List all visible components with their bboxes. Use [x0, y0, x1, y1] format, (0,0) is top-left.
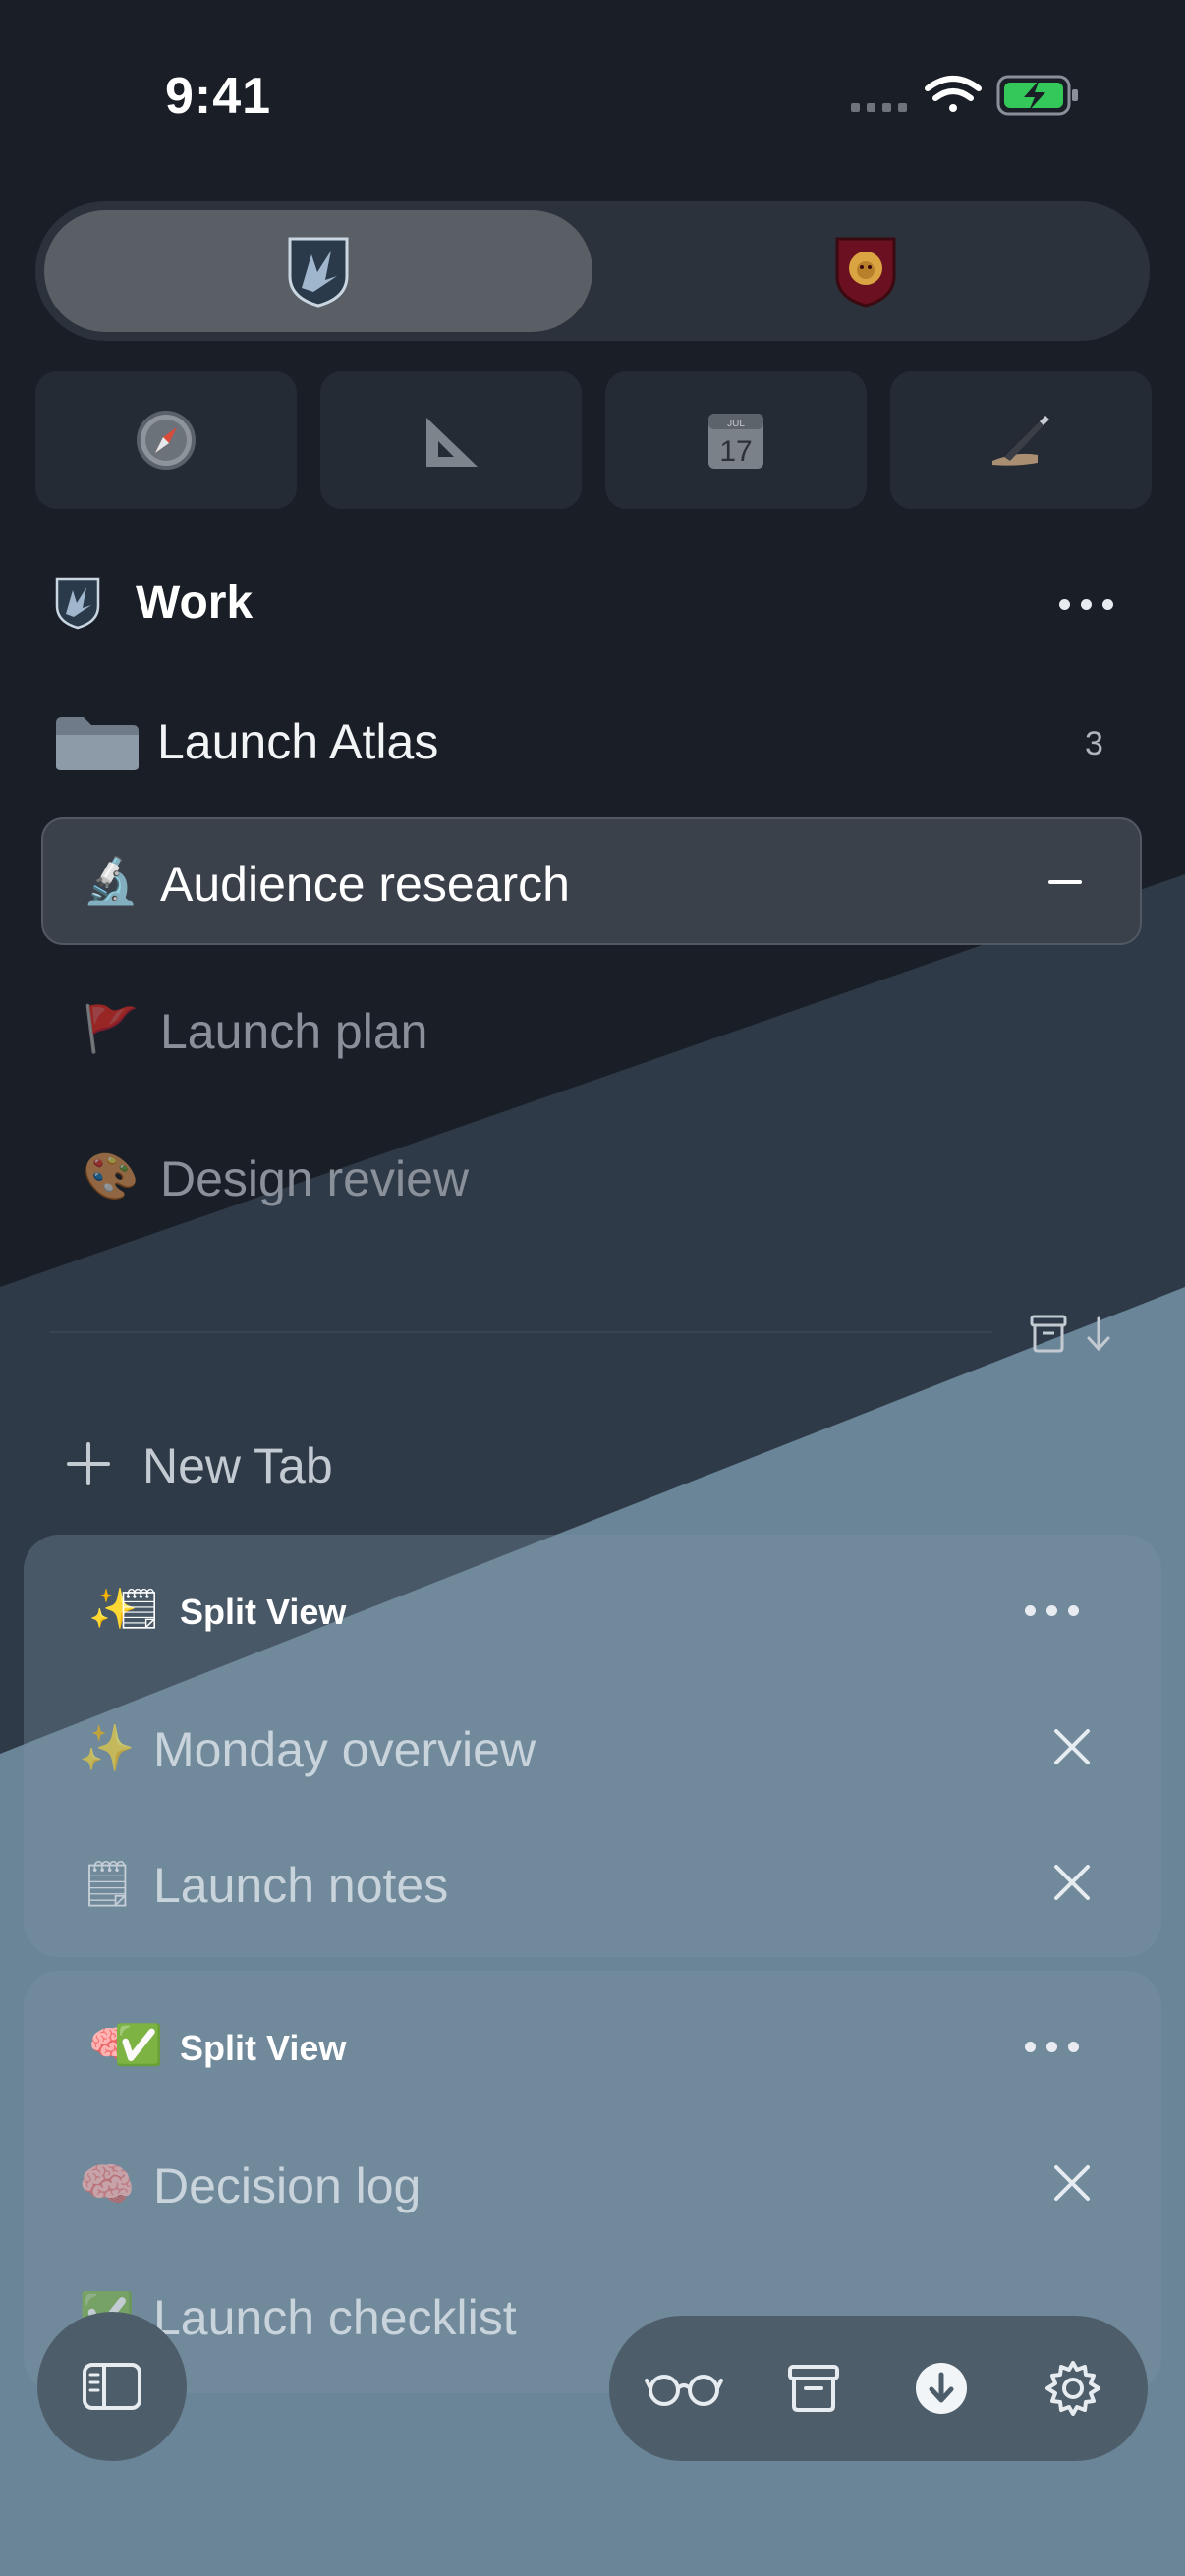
split-view-more-button[interactable] [1025, 1605, 1079, 1616]
split-view-more-button[interactable] [1025, 2042, 1079, 2052]
bird-shield-icon [288, 237, 349, 308]
triangle-ruler-icon [426, 418, 478, 467]
split-view-title: Split View [180, 2028, 347, 2068]
section-divider [49, 1331, 992, 1333]
tab-label: Design review [160, 1151, 470, 1206]
settings-button[interactable] [1034, 2349, 1112, 2428]
archive-icon [788, 2365, 839, 2412]
tab-emoji: 🎨 [83, 1149, 140, 1203]
calendar-month: JUL [727, 419, 745, 429]
close-tab-minus-icon[interactable] [1048, 880, 1082, 884]
new-tab-button[interactable]: New Tab [142, 1437, 333, 1494]
tab-emoji: 🚩 [83, 1002, 140, 1055]
tab-label: Audience research [160, 857, 570, 912]
plus-icon[interactable] [65, 1440, 112, 1487]
split-view-emoji: ✅ [114, 2023, 163, 2068]
archive-icon [1030, 1315, 1067, 1353]
downloads-button[interactable] [902, 2349, 981, 2428]
folder-count: 3 [1085, 725, 1103, 762]
close-icon[interactable] [1052, 1727, 1092, 1766]
archive-button[interactable] [774, 2349, 853, 2428]
split-item-label: Launch checklist [153, 2290, 517, 2345]
folder-label[interactable]: Launch Atlas [157, 713, 438, 770]
compass-icon [137, 411, 196, 470]
glasses-icon [645, 2375, 723, 2406]
bottom-toolbar [609, 2316, 1148, 2461]
tile-compass[interactable] [35, 371, 297, 509]
tab-emoji: 🔬 [83, 854, 140, 907]
close-icon[interactable] [1052, 1863, 1092, 1902]
lion-shield-icon [835, 237, 896, 308]
tile-ruler[interactable] [320, 371, 582, 509]
battery-charging-icon [996, 75, 1078, 116]
sidebar-icon [83, 2363, 141, 2410]
arrow-down-icon [1087, 1316, 1110, 1352]
wifi-icon [925, 76, 982, 112]
split-view-title: Split View [180, 1592, 347, 1632]
status-time: 9:41 [165, 68, 272, 125]
tile-writing[interactable] [890, 371, 1152, 509]
split-item-label: Launch notes [153, 1858, 449, 1913]
archive-sort-button[interactable] [1028, 1313, 1116, 1354]
split-item-emoji: 🧠 [79, 2157, 136, 2211]
tile-calendar[interactable]: JUL 17 [605, 371, 867, 509]
gear-icon [1045, 2361, 1100, 2416]
reading-mode-button[interactable] [645, 2349, 723, 2428]
calendar-icon: JUL 17 [708, 414, 763, 469]
sidebar-toggle-button[interactable] [37, 2312, 187, 2461]
close-icon[interactable] [1052, 2163, 1092, 2203]
folder-icon[interactable] [54, 715, 141, 772]
split-item-emoji: ✨ [79, 1721, 136, 1774]
split-view-emoji: 🗒 [114, 1587, 164, 1632]
signal-dots-icon [851, 103, 907, 112]
space-bird-shield-icon [55, 577, 100, 630]
writing-hand-icon [992, 416, 1049, 466]
tab-label: Launch plan [160, 1004, 428, 1059]
download-icon [916, 2363, 967, 2414]
space-title: Work [136, 577, 254, 629]
space-more-button[interactable] [1059, 599, 1113, 610]
calendar-day: 17 [719, 435, 752, 468]
split-item-label: Decision log [153, 2158, 422, 2213]
split-item-emoji: 🗒 [79, 1857, 137, 1910]
status-icons [851, 75, 1078, 116]
split-item-label: Monday overview [153, 1722, 536, 1777]
